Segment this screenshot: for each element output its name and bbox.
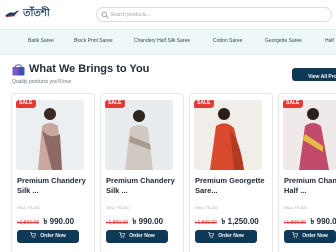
sale-price: ৳ 1,250.00 xyxy=(221,217,259,226)
product-image-art xyxy=(105,100,173,170)
price-row: ৳1,800.00 ৳ 990.00 xyxy=(106,211,163,229)
order-now-button[interactable]: Order Now xyxy=(195,230,257,243)
product-card[interactable]: SALE Premium Chandery Silk ... SKU: TS-DG… xyxy=(100,93,184,252)
category-block-print-saree[interactable]: Block Print Saree xyxy=(74,38,113,44)
section-title: What We Brings to You xyxy=(29,63,150,75)
category-chandery-half-silk-saree[interactable]: Chandery Half Silk Saree xyxy=(134,38,190,44)
view-all-products-button[interactable]: View All Produ xyxy=(292,68,336,81)
sale-badge: SALE xyxy=(16,100,37,108)
category-georgette-saree[interactable]: Georgette Saree xyxy=(265,38,302,44)
cart-icon xyxy=(292,232,299,238)
sale-price: ৳ 990.00 xyxy=(132,217,164,226)
sale-badge: SALE xyxy=(283,100,304,108)
product-image[interactable]: SALE xyxy=(194,100,262,170)
product-title[interactable]: Premium ChanderyHalf ... xyxy=(284,176,336,196)
product-card[interactable]: SALE Premium Georgette Sare... SKU: TS-DG… xyxy=(189,93,273,252)
old-price: ৳1,800.00 xyxy=(17,220,39,226)
product-title[interactable]: Premium Georgette Sare... xyxy=(195,176,269,196)
sale-badge: SALE xyxy=(194,100,215,108)
search-box[interactable] xyxy=(96,7,332,22)
section-subtitle: Quality products you'll love xyxy=(12,79,72,85)
logo-bird-icon xyxy=(5,10,19,17)
old-price: ৳1,800.00 xyxy=(284,220,306,226)
product-title[interactable]: Premium Chandery Silk ... xyxy=(106,176,180,196)
product-sku: SKU: TS-DG xyxy=(17,205,40,210)
price-row: ৳1,800.00 ৳ 1,250.00 xyxy=(195,211,259,229)
product-image[interactable]: SALE xyxy=(105,100,173,170)
product-image[interactable]: SALE xyxy=(283,100,336,170)
old-price: ৳1,800.00 xyxy=(195,220,217,226)
product-image-art xyxy=(283,100,336,170)
logo[interactable]: তাঁতশী xyxy=(4,8,50,19)
category-cotton-saree[interactable]: Cotton Saree xyxy=(213,38,242,44)
logo-text: তাঁতশী xyxy=(23,8,50,19)
cart-icon xyxy=(208,232,215,238)
order-now-button[interactable]: Order Now xyxy=(106,230,168,243)
product-sku: SKU: TS-DG xyxy=(106,205,129,210)
product-card[interactable]: SALE Premium Chandery Silk ... SKU: TS-DG… xyxy=(11,93,95,252)
category-bar: Batik Saree Block Print Saree Chandery H… xyxy=(0,29,336,55)
product-card[interactable]: SALE Premium ChanderyHalf ... SKU: TS-DG… xyxy=(278,93,336,252)
search-icon xyxy=(101,11,109,19)
category-half[interactable]: Half xyxy=(325,38,334,44)
search-input[interactable] xyxy=(110,8,310,21)
product-title[interactable]: Premium Chandery Silk ... xyxy=(17,176,91,196)
sale-price: ৳ 990.00 xyxy=(310,217,336,226)
old-price: ৳1,800.00 xyxy=(106,220,128,226)
sale-badge: SALE xyxy=(105,100,126,108)
product-sku: SKU: TS-DG xyxy=(284,205,307,210)
category-batik-saree[interactable]: Batik Saree xyxy=(28,38,54,44)
shopping-bag-icon xyxy=(12,64,25,76)
product-image-art xyxy=(194,100,262,170)
product-image-art xyxy=(16,100,84,170)
cart-icon xyxy=(119,232,126,238)
price-row: ৳1,800.00 ৳ 990.00 xyxy=(284,211,336,229)
sale-price: ৳ 990.00 xyxy=(43,217,75,226)
price-row: ৳1,800.00 ৳ 990.00 xyxy=(17,211,74,229)
cart-icon xyxy=(30,232,37,238)
product-image[interactable]: SALE xyxy=(16,100,84,170)
product-sku: SKU: TS-DG xyxy=(195,205,218,210)
order-now-button[interactable]: Order Now xyxy=(284,230,336,243)
order-now-button[interactable]: Order Now xyxy=(17,230,79,243)
header: তাঁতশী xyxy=(0,0,336,28)
